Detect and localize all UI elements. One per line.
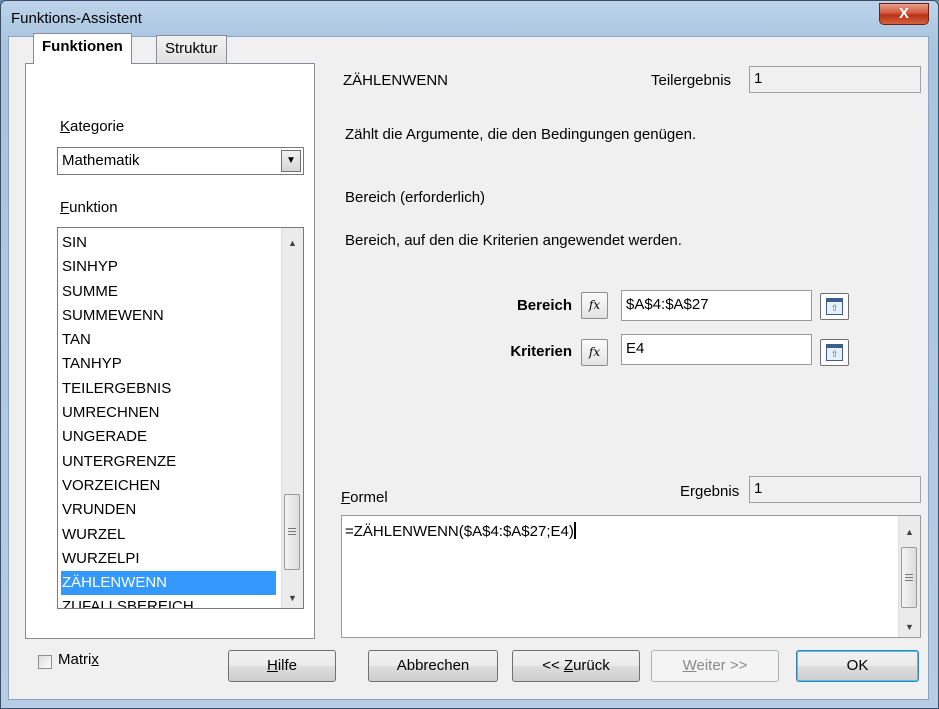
- shrink-dialog-icon[interactable]: ⇧: [820, 293, 849, 320]
- argument-label-range: Bereich: [516, 297, 572, 314]
- subtotal-label: Teilergebnis: [651, 72, 732, 89]
- function-label: Funktion: [60, 199, 118, 216]
- scroll-thumb[interactable]: [901, 547, 917, 608]
- fx-icon[interactable]: fx: [581, 292, 608, 319]
- argument-input-range[interactable]: $A$4:$A$27: [621, 290, 812, 321]
- category-value: Mathematik: [62, 152, 140, 169]
- result-field: 1: [749, 476, 921, 503]
- back-button[interactable]: << Zurück: [512, 650, 640, 682]
- scroll-down-icon[interactable]: ▼: [899, 617, 920, 637]
- list-item[interactable]: SIN: [61, 231, 276, 255]
- list-item[interactable]: ZUFALLSBEREICH: [61, 595, 276, 608]
- shrink-dialog-icon[interactable]: ⇧: [820, 339, 849, 366]
- matrix-checkbox[interactable]: [38, 655, 52, 669]
- formula-scrollbar[interactable]: ▲ ▼: [898, 516, 920, 637]
- list-item[interactable]: TAN: [61, 328, 276, 352]
- function-list[interactable]: SIN SINHYP SUMME SUMMEWENN TAN TANHYP TEILERGE…: [57, 227, 304, 609]
- list-item[interactable]: VORZEICHEN: [61, 474, 276, 498]
- tab-functions[interactable]: Funktionen: [33, 33, 132, 64]
- list-item[interactable]: UMRECHNEN: [61, 401, 276, 425]
- formula-editor[interactable]: =ZÄHLENWENN($A$4:$A$27;E4) ▲ ▼: [341, 515, 921, 638]
- list-item[interactable]: SINHYP: [61, 255, 276, 279]
- list-item[interactable]: UNGERADE: [61, 425, 276, 449]
- formula-text: =ZÄHLENWENN($A$4:$A$27;E4): [345, 522, 576, 540]
- argument-input-criteria[interactable]: E4: [621, 334, 812, 365]
- cancel-button[interactable]: Abbrechen: [368, 650, 498, 682]
- function-list-scrollbar[interactable]: ▲ ▼: [281, 228, 303, 608]
- argument-label-criteria: Kriterien: [510, 343, 572, 360]
- fx-icon[interactable]: fx: [581, 339, 608, 366]
- formula-label: Formel: [341, 489, 388, 506]
- text-caret: [573, 522, 576, 539]
- function-name: ZÄHLENWENN: [343, 72, 449, 89]
- scroll-thumb[interactable]: [284, 494, 300, 570]
- matrix-label: Matrix: [58, 651, 99, 668]
- result-label: Ergebnis: [680, 483, 740, 500]
- function-list-items: SIN SINHYP SUMME SUMMEWENN TAN TANHYP TEILERGE…: [61, 231, 276, 608]
- list-item[interactable]: TEILERGEBNIS: [61, 377, 276, 401]
- category-dropdown[interactable]: Mathematik ▼: [57, 147, 304, 175]
- function-description: Zählt die Argumente, die den Bedingungen…: [345, 126, 697, 143]
- title-bar[interactable]: Funktions-Assistent X: [1, 1, 938, 39]
- list-item[interactable]: SUMMEWENN: [61, 304, 276, 328]
- tab-structure[interactable]: Struktur: [156, 35, 227, 63]
- list-item[interactable]: SUMME: [61, 280, 276, 304]
- help-button[interactable]: Hilfe: [228, 650, 336, 682]
- list-item[interactable]: UNTERGRENZE: [61, 450, 276, 474]
- scroll-up-icon[interactable]: ▲: [282, 233, 303, 253]
- scroll-up-icon[interactable]: ▲: [899, 522, 920, 542]
- next-button[interactable]: Weiter >>: [651, 650, 779, 682]
- list-item[interactable]: WURZEL: [61, 523, 276, 547]
- subtotal-field: 1: [749, 66, 921, 93]
- list-item[interactable]: WURZELPI: [61, 547, 276, 571]
- argument-title: Bereich (erforderlich): [345, 189, 486, 206]
- argument-description: Bereich, auf den die Kriterien angewende…: [345, 232, 682, 249]
- window-title: Funktions-Assistent: [11, 10, 142, 27]
- ok-button[interactable]: OK: [796, 650, 919, 682]
- chevron-down-icon[interactable]: ▼: [281, 150, 301, 172]
- list-item[interactable]: TANHYP: [61, 352, 276, 376]
- category-label: Kategorie: [60, 118, 125, 135]
- list-item[interactable]: ZÄHLENWENN: [61, 571, 276, 596]
- list-item[interactable]: VRUNDEN: [61, 498, 276, 522]
- close-button[interactable]: X: [879, 3, 929, 25]
- scroll-down-icon[interactable]: ▼: [282, 588, 303, 608]
